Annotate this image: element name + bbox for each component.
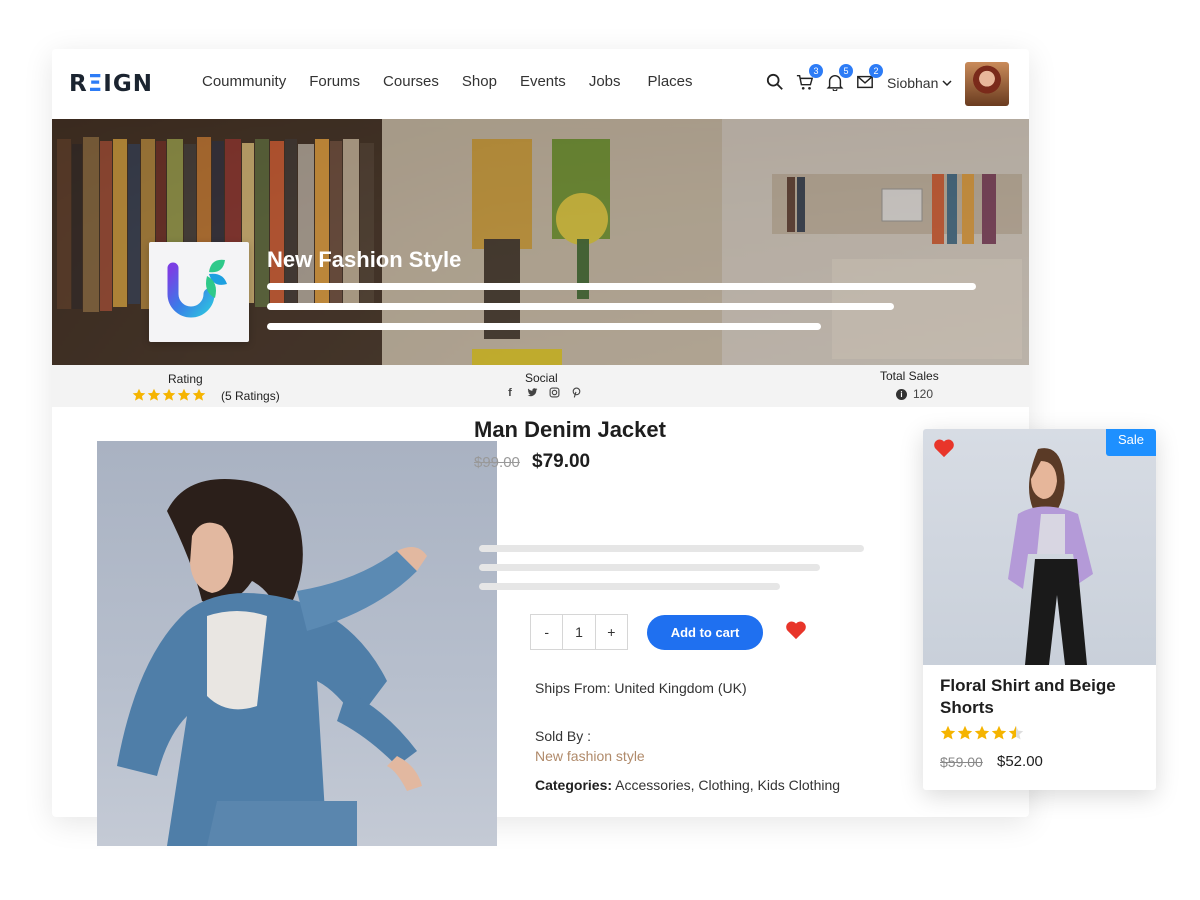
star-icon [957, 725, 973, 740]
product-title: Man Denim Jacket [474, 417, 666, 442]
product-old-price: $99.00 [474, 454, 520, 471]
avatar[interactable] [965, 62, 1009, 106]
instagram-icon[interactable] [548, 387, 560, 401]
related-product-title[interactable]: Floral Shirt and Beige Shorts [940, 675, 1140, 719]
nav-courses[interactable]: Courses [383, 73, 439, 90]
categories-list[interactable]: Accessories, Clothing, Kids Clothing [615, 777, 840, 793]
product-price: $79.00 [532, 451, 591, 472]
description-placeholder-line-3 [479, 583, 780, 590]
star-half-icon [1008, 725, 1024, 740]
total-sales-value: 120 [913, 387, 934, 401]
user-menu[interactable]: Siobhan [887, 75, 952, 91]
store-banner: New Fashion Style [52, 119, 1029, 365]
search-icon[interactable] [766, 73, 786, 93]
description-placeholder-line-1 [479, 545, 864, 552]
rating-count: (5 Ratings) [221, 389, 280, 403]
info-icon: i [896, 388, 907, 400]
quantity-decrease-button[interactable]: - [531, 615, 562, 649]
related-product-image[interactable]: Sale [923, 429, 1156, 665]
chevron-down-icon [942, 80, 952, 87]
wishlist-heart-icon[interactable] [785, 620, 807, 640]
bell-icon[interactable]: 5 [826, 64, 853, 93]
related-product-rating [940, 725, 1025, 741]
logo-text-3: IGN [103, 71, 153, 97]
product-image[interactable] [97, 441, 497, 846]
social-links: f [504, 387, 592, 401]
categories: Categories: Accessories, Clothing, Kids … [535, 777, 840, 793]
logo-text-1: R [69, 71, 88, 97]
message-count-badge: 2 [869, 64, 883, 78]
quantity-stepper: - 1 + [530, 614, 628, 650]
notification-count-badge: 5 [839, 64, 853, 78]
star-icon [991, 725, 1007, 740]
star-icon [162, 388, 176, 401]
store-name: New Fashion Style [267, 247, 462, 272]
categories-label: Categories: [535, 777, 613, 793]
nav-shop[interactable]: Shop [462, 73, 497, 90]
store-stats-bar: Rating (5 Ratings) Social f Total Sales … [52, 365, 1029, 407]
description-placeholder-line-2 [479, 564, 820, 571]
cart-icon[interactable]: 3 [796, 64, 823, 93]
sold-by-label: Sold By : [535, 728, 592, 744]
store-logo-icon [167, 259, 227, 318]
quantity-increase-button[interactable]: + [596, 615, 627, 649]
top-navigation-bar: RΞIGN Coummunity Forums Courses Shop Eve… [52, 49, 1029, 119]
ships-from: Ships From: United Kingdom (UK) [535, 680, 747, 696]
star-icon [177, 388, 191, 401]
product-photo-illustration [117, 479, 427, 846]
store-rating-stars [132, 388, 207, 402]
nav-jobs[interactable]: Jobs [589, 73, 621, 90]
sale-badge: Sale [1106, 429, 1156, 456]
site-logo[interactable]: RΞIGN [69, 71, 153, 97]
nav-places[interactable]: Places [648, 73, 693, 90]
wishlist-heart-icon[interactable] [933, 438, 955, 458]
seller-link[interactable]: New fashion style [535, 748, 645, 764]
nav-forums[interactable]: Forums [309, 73, 360, 90]
related-product-card[interactable]: Sale Floral Shirt and Beige Shorts $59.0… [923, 429, 1156, 790]
description-placeholder-line-1 [267, 283, 976, 290]
pinterest-icon[interactable] [570, 387, 582, 401]
social-label: Social [525, 371, 558, 385]
related-product-old-price: $59.00 [940, 754, 983, 770]
star-icon [940, 725, 956, 740]
total-sales: i 120 [896, 387, 933, 401]
nav-events[interactable]: Events [520, 73, 566, 90]
facebook-icon[interactable]: f [504, 387, 516, 401]
star-icon [147, 388, 161, 401]
mail-icon[interactable]: 2 [856, 64, 883, 93]
username-label: Siobhan [887, 75, 939, 91]
store-logo[interactable] [149, 242, 249, 342]
related-product-price: $52.00 [997, 753, 1043, 770]
quantity-input[interactable]: 1 [562, 615, 596, 649]
star-icon [974, 725, 990, 740]
star-icon [192, 388, 206, 401]
main-nav: Coummunity Forums Courses Shop Events Jo… [202, 73, 716, 90]
header-icons: 3 5 2 [766, 64, 886, 93]
description-placeholder-line-2 [267, 303, 894, 310]
add-to-cart-button[interactable]: Add to cart [647, 615, 763, 650]
twitter-icon[interactable] [526, 387, 538, 401]
description-placeholder-line-3 [267, 323, 821, 330]
rating-label: Rating [168, 372, 203, 386]
cart-count-badge: 3 [809, 64, 823, 78]
star-icon [132, 388, 146, 401]
related-product-illustration [1008, 448, 1093, 665]
nav-community[interactable]: Coummunity [202, 73, 286, 90]
logo-text-2: Ξ [87, 71, 104, 97]
total-sales-label: Total Sales [880, 369, 939, 383]
